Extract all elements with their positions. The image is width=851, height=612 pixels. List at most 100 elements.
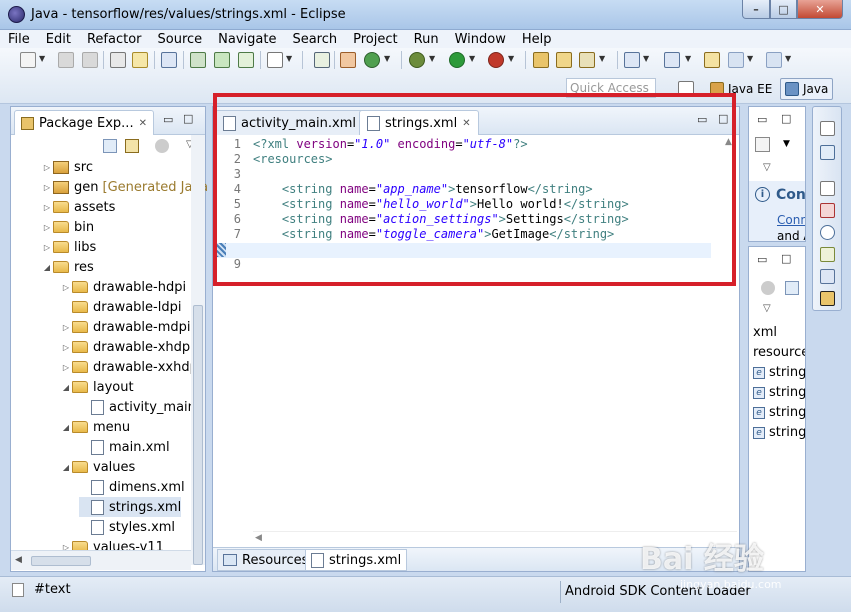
- chevron-down-icon[interactable]: ▼: [429, 54, 435, 63]
- menu-search[interactable]: Search: [284, 32, 345, 47]
- expand-icon[interactable]: ▷: [41, 243, 53, 252]
- chevron-down-icon[interactable]: ▼: [643, 54, 649, 63]
- menu-refactor[interactable]: Refactor: [79, 32, 150, 47]
- expand-icon[interactable]: ▷: [60, 323, 72, 332]
- tree-item[interactable]: drawable-ldpi: [60, 297, 181, 317]
- refresh-icon[interactable]: [364, 52, 380, 68]
- minimize-icon[interactable]: ▭: [163, 113, 173, 126]
- tree-item[interactable]: ▷ libs: [41, 237, 96, 257]
- tree-item[interactable]: ▷ drawable-xhdpi: [60, 337, 194, 357]
- tab-resources[interactable]: Resources: [217, 549, 315, 571]
- outline-item[interactable]: e string: [753, 385, 805, 400]
- expand-icon[interactable]: ▷: [60, 343, 72, 352]
- tree-item[interactable]: strings.xml: [79, 497, 182, 517]
- view-menu-icon[interactable]: [155, 139, 169, 153]
- android-sdk-icon[interactable]: [190, 52, 206, 68]
- perspective-java[interactable]: Java: [780, 78, 834, 100]
- chevron-down-icon[interactable]: ▼: [469, 54, 475, 63]
- debug-config-icon[interactable]: [340, 52, 356, 68]
- maximize-icon[interactable]: □: [781, 252, 791, 265]
- new-icon[interactable]: [20, 52, 36, 68]
- restore-icon[interactable]: [820, 181, 835, 196]
- connect-link[interactable]: Conn: [777, 213, 805, 227]
- open-folder-icon[interactable]: [533, 52, 549, 68]
- save-icon[interactable]: [58, 52, 74, 68]
- open-type-icon[interactable]: [132, 52, 148, 68]
- scrollbar-thumb[interactable]: [193, 305, 203, 565]
- annotation-nav-icon[interactable]: [624, 52, 640, 68]
- checkbox-icon[interactable]: [267, 52, 283, 68]
- maximize-icon[interactable]: □: [781, 112, 791, 125]
- menu-navigate[interactable]: Navigate: [210, 32, 284, 47]
- chevron-down-icon[interactable]: ▼: [685, 54, 691, 63]
- expanded-icon[interactable]: ◢: [60, 383, 72, 392]
- tree-item[interactable]: activity_main: [79, 397, 196, 417]
- outline-item[interactable]: xml: [753, 325, 777, 340]
- forward-icon[interactable]: [766, 52, 782, 68]
- menu-edit[interactable]: Edit: [38, 32, 79, 47]
- maximize-icon[interactable]: □: [183, 112, 193, 125]
- chevron-down-icon[interactable]: ▽: [763, 162, 771, 173]
- chevron-down-icon[interactable]: ▼: [785, 54, 791, 63]
- tree-item[interactable]: ▷ drawable-xxhdpi: [60, 357, 202, 377]
- print-icon[interactable]: [110, 52, 126, 68]
- outline-item[interactable]: e string: [753, 425, 805, 440]
- tree-item[interactable]: ◢ res: [41, 257, 94, 277]
- tab-strings-xml-source[interactable]: strings.xml: [305, 549, 408, 571]
- tree-item[interactable]: dimens.xml: [79, 477, 185, 497]
- prev-annotation-icon[interactable]: [664, 52, 680, 68]
- menu-source[interactable]: Source: [150, 32, 211, 47]
- tree-item[interactable]: ◢ layout: [60, 377, 134, 397]
- expand-icon[interactable]: ▷: [41, 183, 53, 192]
- logcat-icon[interactable]: [820, 291, 835, 306]
- tree-item[interactable]: ▷ drawable-mdpi: [60, 317, 191, 337]
- maximize-button[interactable]: □: [770, 0, 797, 19]
- tree-item[interactable]: ▷ drawable-hdpi: [60, 277, 186, 297]
- tree-item[interactable]: ▷ gen [Generated Java: [41, 177, 208, 197]
- expand-icon[interactable]: ▷: [60, 283, 72, 292]
- new-android-xml-icon[interactable]: [314, 52, 330, 68]
- sort-icon[interactable]: [761, 281, 775, 295]
- last-edit-icon[interactable]: [704, 52, 720, 68]
- console-icon[interactable]: [161, 52, 177, 68]
- expanded-icon[interactable]: ◢: [41, 263, 53, 272]
- collapse-all-icon[interactable]: [103, 139, 117, 153]
- external-tools-icon[interactable]: [488, 52, 504, 68]
- chevron-down-icon[interactable]: ▼: [747, 54, 753, 63]
- save-all-icon[interactable]: [82, 52, 98, 68]
- restore-icon[interactable]: [820, 121, 835, 136]
- menu-run[interactable]: Run: [406, 32, 447, 47]
- minimize-icon[interactable]: ▭: [757, 113, 767, 126]
- chevron-down-icon[interactable]: ▼: [508, 54, 514, 63]
- scroll-left-icon[interactable]: ◀: [255, 533, 262, 543]
- close-button[interactable]: ✕: [797, 0, 843, 19]
- tree-item[interactable]: main.xml: [79, 437, 170, 457]
- tree-item[interactable]: ◢ values: [60, 457, 135, 477]
- outline-item[interactable]: e string: [753, 405, 805, 420]
- new-icon[interactable]: [755, 137, 770, 152]
- problems-icon[interactable]: [820, 203, 835, 218]
- minimize-button[interactable]: –: [742, 0, 770, 19]
- javadoc-icon[interactable]: [820, 225, 835, 240]
- menu-window[interactable]: Window: [447, 32, 514, 47]
- chevron-down-icon[interactable]: ▼: [39, 54, 45, 63]
- close-icon[interactable]: ✕: [139, 118, 147, 129]
- back-icon[interactable]: [728, 52, 744, 68]
- outline-item[interactable]: resource: [753, 345, 805, 360]
- scroll-left-icon[interactable]: ◀: [15, 555, 22, 565]
- chevron-down-icon[interactable]: ▼: [384, 54, 390, 63]
- open-project-icon[interactable]: [556, 52, 572, 68]
- console-icon[interactable]: [820, 269, 835, 284]
- chevron-down-icon[interactable]: ▼: [783, 139, 790, 149]
- expanded-icon[interactable]: ◢: [60, 463, 72, 472]
- link-with-editor-icon[interactable]: [125, 139, 139, 153]
- lint-icon[interactable]: [238, 52, 254, 68]
- debug-icon[interactable]: [409, 52, 425, 68]
- tree-item[interactable]: ◢ menu: [60, 417, 130, 437]
- chevron-down-icon[interactable]: ▼: [599, 54, 605, 63]
- menu-file[interactable]: File: [0, 32, 38, 47]
- collapse-all-icon[interactable]: [785, 281, 799, 295]
- tree-item[interactable]: ▷ bin: [41, 217, 94, 237]
- tree-item[interactable]: styles.xml: [79, 517, 175, 537]
- tab-package-explorer[interactable]: Package Exp... ✕: [14, 110, 154, 135]
